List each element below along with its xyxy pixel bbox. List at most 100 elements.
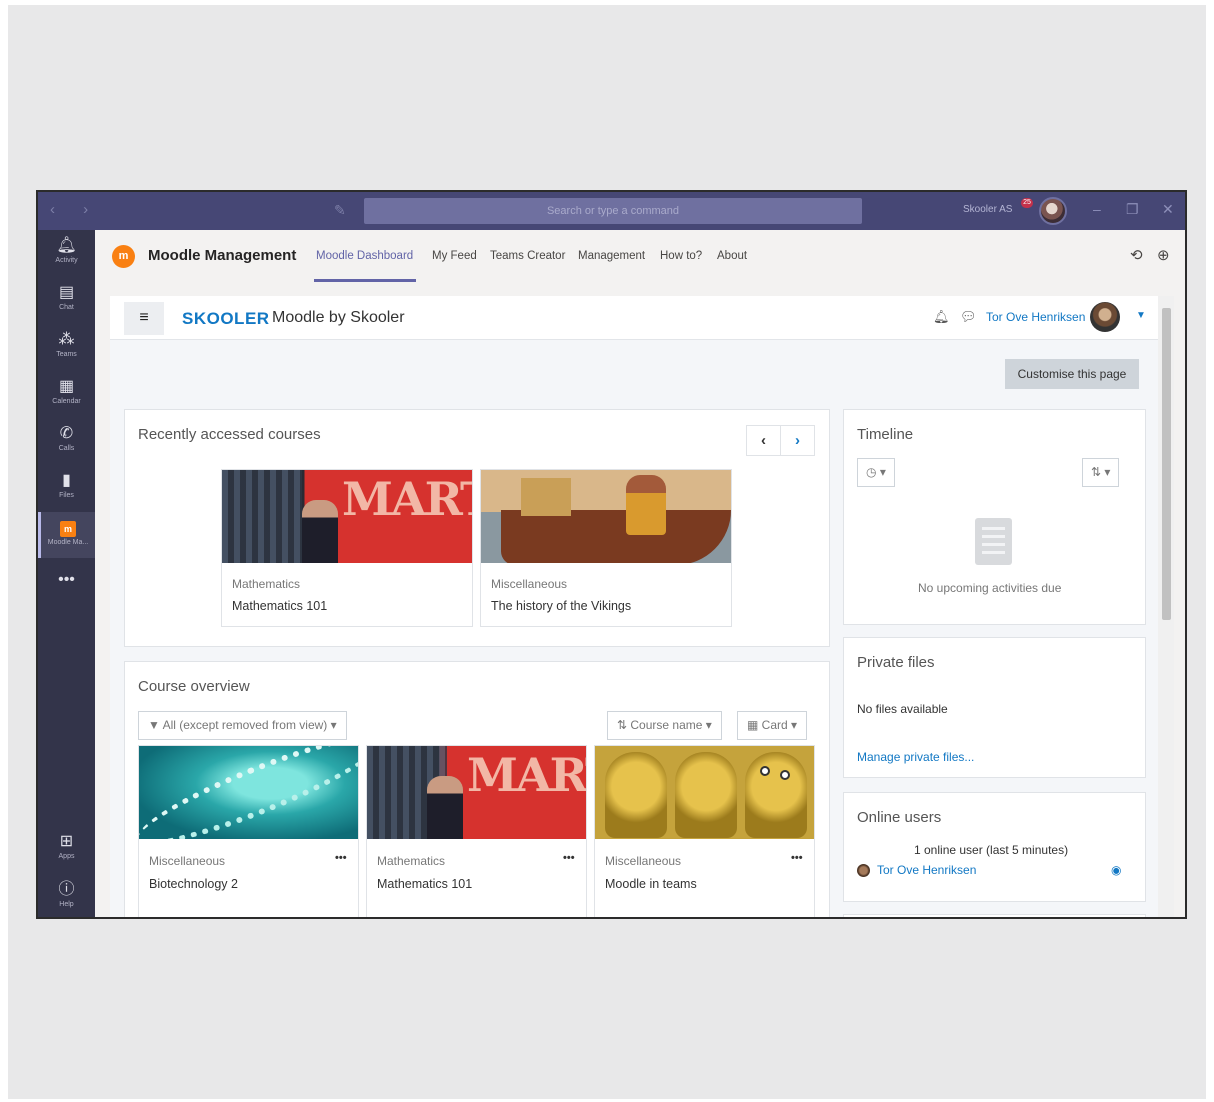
timeline-filter-dropdown[interactable]: ◷ ▾ [857, 458, 895, 487]
course-name-link[interactable]: Mathematics 101 [232, 599, 327, 613]
course-image-text: MARTIN [342, 472, 472, 526]
rail-more-apps[interactable]: ••• [38, 564, 95, 610]
app-header: m Moodle Management Moodle Dashboard My … [95, 230, 1185, 284]
active-tab-indicator [314, 279, 416, 282]
messages-icon[interactable]: 💬︎ [960, 309, 977, 325]
minimize-button[interactable]: – [1093, 201, 1101, 217]
tenant-switcher[interactable]: Skooler AS [963, 204, 1012, 215]
course-image-text: MARTIN [467, 748, 586, 802]
sort-icon: ⇅ [1091, 465, 1102, 479]
rail-item-label: Activity [55, 257, 78, 264]
chat-icon: ▤ [58, 284, 75, 301]
user-avatar[interactable] [1090, 302, 1120, 332]
tenant-badge: 25 [1021, 198, 1033, 208]
course-name-link[interactable]: Mathematics 101 [377, 877, 472, 891]
tab-my-feed[interactable]: My Feed [432, 250, 477, 262]
globe-icon[interactable]: ⊕ [1157, 246, 1170, 264]
rail-item-apps[interactable]: ⊞ Apps [38, 826, 95, 872]
course-card[interactable]: Miscellaneous ••• Biotechnology 2 [138, 745, 359, 917]
file-icon: ▮ [62, 472, 71, 489]
user-menu-name[interactable]: Tor Ove Henriksen [986, 310, 1085, 324]
block-title: Online users [857, 809, 942, 826]
view-dropdown[interactable]: ▦ Card ▾ [737, 711, 808, 740]
course-menu-button[interactable]: ••• [563, 852, 575, 864]
block-title: Course overview [138, 678, 250, 695]
rail-item-label: Moodle Ma... [47, 539, 89, 546]
calendar-icon: ▦ [58, 378, 75, 395]
course-image: MARTIN [222, 470, 472, 563]
teams-window: ‹ › ✎ Search or type a command Skooler A… [36, 190, 1187, 919]
prev-page-button[interactable]: ‹ [746, 425, 781, 456]
brand-logo[interactable]: SKOOLER [182, 309, 270, 329]
course-category: Mathematics [377, 854, 446, 868]
profile-avatar[interactable] [1039, 197, 1067, 225]
course-category: Miscellaneous [605, 854, 682, 868]
more-icon: ••• [58, 571, 75, 588]
course-image [481, 470, 731, 563]
course-card[interactable]: Miscellaneous ••• Moodle in teams [594, 745, 815, 917]
course-filter-dropdown[interactable]: ▼ All (except removed from view) ▾ [138, 711, 347, 740]
app-title: Moodle Management [148, 247, 297, 264]
course-card[interactable]: MARTIN Mathematics Mathematics 101 [221, 469, 473, 627]
course-image [595, 746, 814, 839]
command-search-input[interactable]: Search or type a command [364, 198, 862, 224]
help-icon: ⓘ [58, 881, 75, 898]
site-name[interactable]: Moodle by Skooler [272, 309, 405, 327]
empty-list-icon [975, 518, 1012, 565]
course-menu-button[interactable]: ••• [791, 852, 803, 864]
rail-item-label: Chat [59, 304, 74, 311]
maximize-button[interactable]: ❐ [1126, 201, 1139, 218]
tab-how-to[interactable]: How to? [660, 250, 702, 262]
tab-moodle-dashboard[interactable]: Moodle Dashboard [316, 250, 413, 262]
close-button[interactable]: ✕ [1162, 201, 1174, 218]
online-users-summary: 1 online user (last 5 minutes) [914, 843, 1069, 857]
timeline-sort-dropdown[interactable]: ⇅ ▾ [1082, 458, 1120, 487]
rail-item-moodle[interactable]: m Moodle Ma... [38, 512, 95, 558]
menu-toggle-button[interactable]: ≡ [124, 302, 164, 335]
rail-item-label: Calendar [52, 398, 81, 405]
teams-icon: ⁂ [58, 331, 75, 348]
scrollbar-thumb[interactable] [1162, 308, 1171, 620]
course-card[interactable]: Miscellaneous The history of the Vikings [480, 469, 732, 627]
notifications-bell-icon[interactable]: 🔔︎ [933, 309, 950, 325]
course-name-link[interactable]: The history of the Vikings [491, 599, 631, 613]
history-nav-arrows[interactable]: ‹ › [50, 201, 100, 218]
rail-item-calls[interactable]: ✆ Calls [38, 418, 95, 464]
recent-courses-block: Recently accessed courses ‹ › MARTIN Mat… [124, 409, 830, 647]
online-user-link[interactable]: Tor Ove Henriksen [877, 863, 976, 877]
apps-icon: ⊞ [59, 833, 74, 850]
grid-icon: ▦ [747, 718, 762, 732]
refresh-icon[interactable]: ⟲ [1130, 246, 1143, 264]
tab-about[interactable]: About [717, 250, 747, 262]
page-scrollbar[interactable] [1158, 296, 1174, 917]
course-name-link[interactable]: Moodle in teams [605, 877, 697, 891]
rail-item-label: Apps [58, 853, 75, 860]
rail-item-label: Calls [58, 445, 75, 452]
sort-dropdown[interactable]: ⇅ Course name ▾ [607, 711, 722, 740]
rail-item-label: Files [59, 492, 74, 499]
rail-item-teams[interactable]: ⁂ Teams [38, 324, 95, 370]
customise-page-button[interactable]: Customise this page [1005, 359, 1139, 389]
user-menu-caret-icon[interactable]: ▼ [1136, 310, 1146, 321]
view-label: Card [761, 718, 788, 732]
rail-item-chat[interactable]: ▤ Chat [38, 277, 95, 323]
title-bar: ‹ › ✎ Search or type a command Skooler A… [38, 192, 1185, 230]
course-card[interactable]: MARTIN Mathematics ••• Mathematics 101 [366, 745, 587, 917]
moodle-logo-icon: m [112, 245, 135, 268]
block-title: Timeline [857, 426, 914, 443]
rail-item-activity[interactable]: 🔔︎ Activity [38, 230, 95, 276]
visibility-eye-icon[interactable]: ◉ [1111, 863, 1121, 877]
rail-item-label: Teams [56, 351, 77, 358]
moodle-content: ≡ SKOOLER Moodle by Skooler 🔔︎ 💬︎ Tor Ov… [110, 296, 1174, 917]
next-page-button[interactable]: › [780, 425, 815, 456]
rail-item-files[interactable]: ▮ Files [38, 465, 95, 511]
tab-teams-creator[interactable]: Teams Creator [490, 250, 565, 262]
course-name-link[interactable]: Biotechnology 2 [149, 877, 238, 891]
rail-item-help[interactable]: ⓘ Help [38, 874, 95, 917]
manage-private-files-link[interactable]: Manage private files... [857, 750, 974, 764]
tab-management[interactable]: Management [578, 250, 645, 262]
compose-icon[interactable]: ✎ [334, 202, 346, 219]
rail-item-calendar[interactable]: ▦ Calendar [38, 371, 95, 417]
clock-icon: ◷ [866, 465, 877, 479]
course-menu-button[interactable]: ••• [335, 852, 347, 864]
